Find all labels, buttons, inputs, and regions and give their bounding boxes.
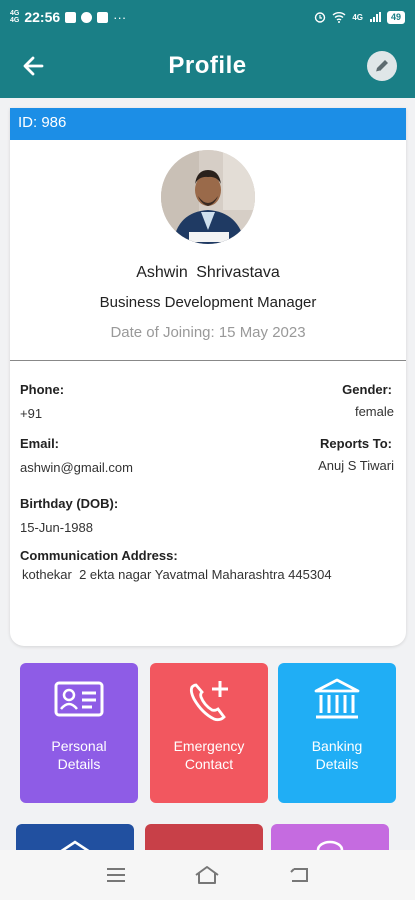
network-label-bottom: 4G [10,17,20,24]
status-left: 4G 4G 22:56 ··· [10,9,126,25]
email-value[interactable]: ashwin@gmail.com [20,460,133,475]
status-bar: 4G 4G 22:56 ··· 4G 49 [0,0,415,34]
gender-value: female [354,404,394,419]
check-shield-icon [81,11,93,23]
page-title: Profile [168,52,247,79]
network-indicator: 4G 4G [10,10,19,24]
status-right: 4G 49 [314,10,405,24]
wifi-icon [332,12,346,23]
profile-photo [161,150,255,244]
bank-icon [314,678,360,719]
birthday-label: Birthday (DOB): [20,496,119,511]
tile-label: Banking Details [278,737,396,773]
home-icon [195,866,220,884]
section-divider [10,360,406,361]
employee-designation: Business Development Manager [99,294,317,311]
address-value: kothekar 2 ekta nagar Yavatmal Maharasht… [22,567,332,582]
tile-label-line2: Details [57,756,101,772]
pencil-icon [375,60,388,73]
home-button[interactable] [192,860,222,890]
tile-label-line1: Personal [51,738,107,754]
back-button[interactable] [20,52,48,80]
system-back-button[interactable] [284,860,314,890]
tile-label-line2: Contact [184,756,234,772]
arrow-left-icon [23,56,44,76]
profile-card: ID: 986 Ashwin Shrivastava Business Deve… [10,108,406,646]
avatar [161,150,255,244]
phone-value[interactable]: +91 [20,406,42,421]
battery-indicator: 49 [386,10,405,24]
tile-label-line2: Details [315,756,359,772]
tile-row2-2[interactable] [145,824,263,850]
employee-id: ID: 986 [10,108,406,140]
mail-icon [97,11,109,23]
signal-icon [369,12,381,22]
back-icon [290,868,309,882]
tile-label: Personal Details [20,737,138,773]
tile-row2-3[interactable] [271,824,389,860]
employee-name: Ashwin Shrivastava [136,264,280,281]
status-time: 22:56 [24,9,61,25]
reports-to-value: Anuj S Tiwari [318,458,394,473]
overflow-dots: ··· [113,9,127,25]
phone-label: Phone: [20,382,65,397]
wifi-network-label: 4G [352,12,363,22]
edit-profile-button[interactable] [367,51,397,81]
id-card-icon [54,681,104,717]
recent-apps-button[interactable] [101,860,131,890]
date-of-joining: Date of Joining: 15 May 2023 [110,324,306,341]
app-bar: Profile [0,34,415,98]
personal-details-tile[interactable]: Personal Details [20,663,138,803]
tile-label-line1: Emergency [173,738,245,754]
gender-label: Gender: [342,382,392,397]
email-label: Email: [20,436,60,451]
emergency-contact-tile[interactable]: Emergency Contact [150,663,268,803]
tile-label: Emergency Contact [150,737,268,773]
banking-details-tile[interactable]: Banking Details [278,663,396,803]
alarm-icon [315,12,326,23]
tile-row2-1[interactable] [16,824,134,854]
system-nav-bar [0,850,415,900]
phone-plus-icon [189,681,228,722]
reports-to-label: Reports To: [320,436,392,451]
tile-label-line1: Banking [311,738,363,754]
gmail-icon [65,11,77,23]
birthday-value: 15-Jun-1988 [20,520,93,535]
address-label: Communication Address: [20,548,178,563]
network-label-top: 4G [10,10,20,17]
menu-icon [106,868,125,882]
